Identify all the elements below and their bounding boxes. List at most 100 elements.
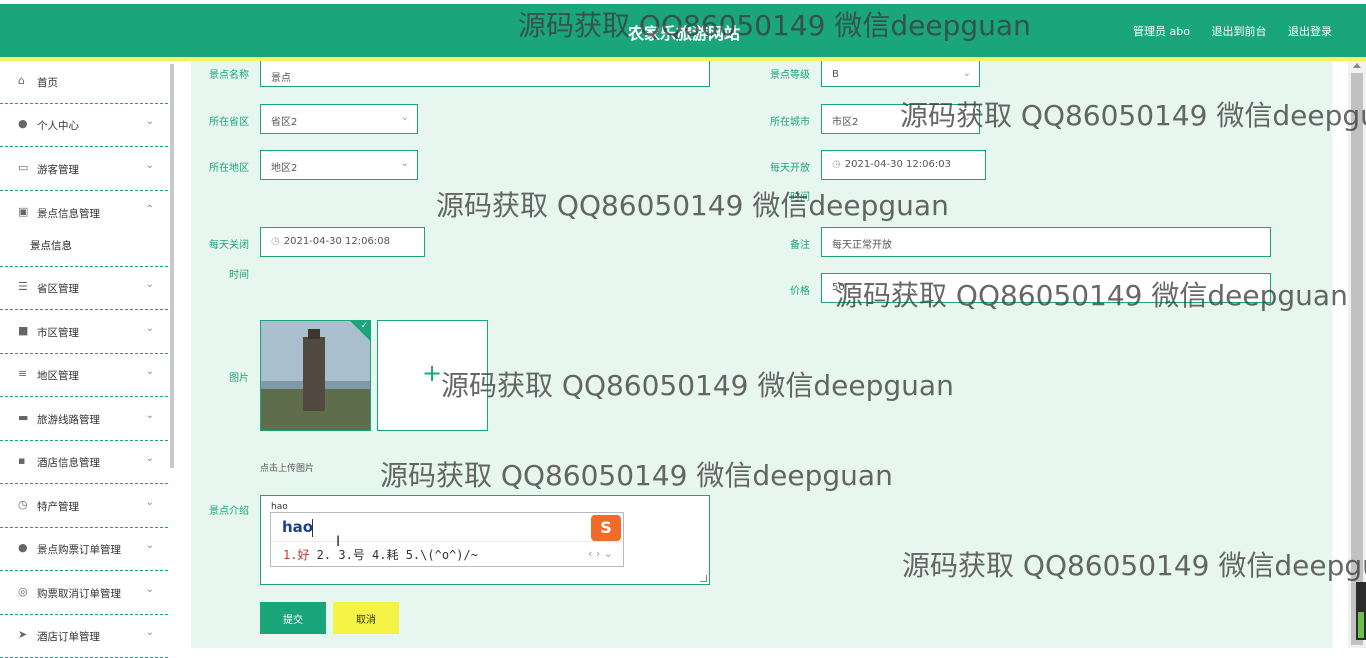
- sidebar-item-label: 首页: [37, 77, 58, 89]
- sidebar-item-label: 个人中心: [37, 120, 79, 132]
- sidebar-item-ticket-orders[interactable]: ● 景点购票订单管理 ⌄: [0, 528, 168, 571]
- sidebar-item-label: 购票取消订单管理: [37, 588, 121, 600]
- name-field[interactable]: 景点: [260, 61, 710, 87]
- sidebar-item-label: 特产管理: [37, 501, 79, 513]
- city-value: 市区2: [832, 117, 859, 128]
- send-icon: ➤: [18, 628, 28, 641]
- ime-page-arrows-icon[interactable]: ‹ › ⌄: [588, 547, 613, 560]
- compass-icon: ◎: [18, 585, 28, 598]
- volume-meter-icon: [1356, 582, 1366, 640]
- text-cursor-icon: I: [336, 534, 341, 550]
- page-scrollbar[interactable]: [1348, 61, 1366, 648]
- scroll-up-icon[interactable]: [1353, 63, 1361, 68]
- sidebar-item-label: 景点购票订单管理: [37, 544, 121, 556]
- image-label: 图片: [229, 373, 249, 384]
- province-select[interactable]: 省区2 ⌄: [260, 104, 418, 134]
- remark-label: 备注: [790, 240, 810, 251]
- front-link[interactable]: 退出到前台: [1212, 25, 1267, 38]
- area-label: 所在地区: [209, 163, 249, 174]
- chevron-down-icon: ⌄: [962, 68, 971, 79]
- sidebar-item-city[interactable]: ■ 市区管理 ⌄: [0, 311, 168, 354]
- logout-link[interactable]: 退出登录: [1288, 25, 1332, 38]
- plus-icon: +: [422, 359, 443, 387]
- home-icon: ⌂: [18, 74, 25, 87]
- price-input[interactable]: 50: [821, 273, 1271, 303]
- chevron-down-icon: ⌄: [145, 584, 154, 595]
- province-value: 省区2: [271, 117, 298, 128]
- sidebar-item-scenic[interactable]: ▣ 景点信息管理 ⌃: [0, 192, 168, 267]
- uploaded-image[interactable]: ✓: [260, 320, 371, 431]
- open-time-value: 2021-04-30 12:06:03: [844, 159, 951, 170]
- sidebar-item-label: 酒店信息管理: [37, 457, 100, 469]
- chevron-down-icon: ⌄: [145, 160, 154, 171]
- chevron-down-icon: ⌄: [145, 540, 154, 551]
- intro-label: 景点介绍: [209, 506, 249, 517]
- name-label: 景点名称: [209, 70, 249, 81]
- sidebar-item-hotel-orders[interactable]: ➤ 酒店订单管理 ⌄: [0, 615, 168, 658]
- tag-icon: ▣: [18, 205, 29, 218]
- open-time-picker[interactable]: ◷ 2021-04-30 12:06:03: [821, 150, 986, 180]
- sidebar-item-label: 游客管理: [37, 164, 79, 176]
- sidebar-item-label: 旅游线路管理: [37, 414, 100, 426]
- image-monument: [303, 337, 325, 411]
- level-value: B: [832, 69, 839, 80]
- sidebar-item-label: 酒店订单管理: [37, 631, 100, 643]
- check-icon: ✓: [360, 321, 368, 331]
- chevron-down-icon: ⌄: [145, 279, 154, 290]
- sidebar-scrollbar[interactable]: [170, 64, 174, 468]
- sidebar-item-hotels[interactable]: ▪ 酒店信息管理 ⌄: [0, 441, 168, 484]
- scrollbar-thumb[interactable]: [1351, 73, 1363, 645]
- chevron-down-icon: ⌄: [145, 453, 154, 464]
- province-label: 所在省区: [209, 117, 249, 128]
- area-select[interactable]: 地区2 ⌄: [260, 150, 418, 180]
- admin-label: 管理员 abo: [1133, 25, 1190, 38]
- sidebar-item-area[interactable]: ≡ 地区管理 ⌄: [0, 354, 168, 397]
- ime-first-candidate[interactable]: 1.好: [283, 548, 309, 562]
- submit-button[interactable]: 提交: [260, 602, 326, 634]
- site-title: 农家乐旅游网站: [628, 24, 741, 43]
- sidebar-item-cancel-orders[interactable]: ◎ 购票取消订单管理 ⌄: [0, 572, 168, 615]
- user-icon: ●: [18, 117, 28, 130]
- chevron-down-icon: ⌄: [145, 366, 154, 377]
- sidebar-item-routes[interactable]: ▬ 旅游线路管理 ⌄: [0, 398, 168, 441]
- close-time-picker[interactable]: ◷ 2021-04-30 12:06:08: [260, 227, 425, 257]
- price-label: 价格: [790, 286, 810, 297]
- clock-icon: ◷: [271, 236, 280, 247]
- chevron-down-icon: ⌄: [962, 112, 971, 123]
- sidebar-item-province[interactable]: ☰ 省区管理 ⌄: [0, 267, 168, 310]
- chevron-down-icon: ⌄: [400, 112, 409, 123]
- chevron-down-icon: ⌄: [400, 158, 409, 169]
- remark-value: 每天正常开放: [832, 240, 892, 251]
- price-value: 50: [832, 282, 845, 293]
- sidebar-item-profile[interactable]: ● 个人中心 ⌄: [0, 104, 168, 147]
- sliders-icon: ≡: [18, 367, 28, 380]
- volume-meter-bar: [1358, 612, 1364, 638]
- clock-icon: ◷: [18, 498, 28, 511]
- ime-candidates[interactable]: 1.好 2. 3.号 4.耗 5.\(^o^)/~: [283, 546, 478, 563]
- sidebar: ⌂ 首页 ● 个人中心 ⌄ ▭ 游客管理 ⌄ ▣ 景点信息管理 ⌃ 景点信息 ☰…: [0, 61, 168, 658]
- image-monument-top: [308, 329, 320, 339]
- chevron-down-icon: ⌄: [145, 497, 154, 508]
- user-icon: ●: [18, 541, 28, 554]
- ticket-icon: ▬: [18, 411, 29, 424]
- ime-candidate-popup: hao S 1.好 2. 3.号 4.耗 5.\(^o^)/~ ‹ › ⌄: [270, 512, 624, 567]
- top-nav: 管理员 abo 退出到前台 退出登录: [1115, 23, 1332, 39]
- close-time-label-2: 时间: [229, 270, 249, 281]
- id-card-icon: ▭: [18, 161, 29, 174]
- sidebar-subitem-scenic-info[interactable]: 景点信息: [30, 238, 72, 253]
- remark-input[interactable]: 每天正常开放: [821, 227, 1271, 257]
- image-upload-button[interactable]: +: [377, 320, 488, 431]
- cancel-button[interactable]: 取消: [333, 602, 399, 634]
- sidebar-item-home[interactable]: ⌂ 首页: [0, 61, 168, 104]
- chevron-down-icon: ⌄: [145, 116, 154, 127]
- list-icon: ☰: [18, 280, 28, 293]
- sidebar-item-visitors[interactable]: ▭ 游客管理 ⌄: [0, 148, 168, 191]
- level-select[interactable]: B ⌄: [821, 61, 980, 87]
- city-select[interactable]: 市区2 ⌄: [821, 104, 980, 134]
- sidebar-item-label: 景点信息管理: [37, 208, 100, 220]
- sidebar-item-specialty[interactable]: ◷ 特产管理 ⌄: [0, 485, 168, 528]
- sidebar-item-label: 地区管理: [37, 370, 79, 382]
- resize-handle[interactable]: [700, 575, 707, 582]
- top-bar: 农家乐旅游网站 管理员 abo 退出到前台 退出登录: [0, 0, 1366, 61]
- upload-hint: 点击上传图片: [260, 464, 315, 474]
